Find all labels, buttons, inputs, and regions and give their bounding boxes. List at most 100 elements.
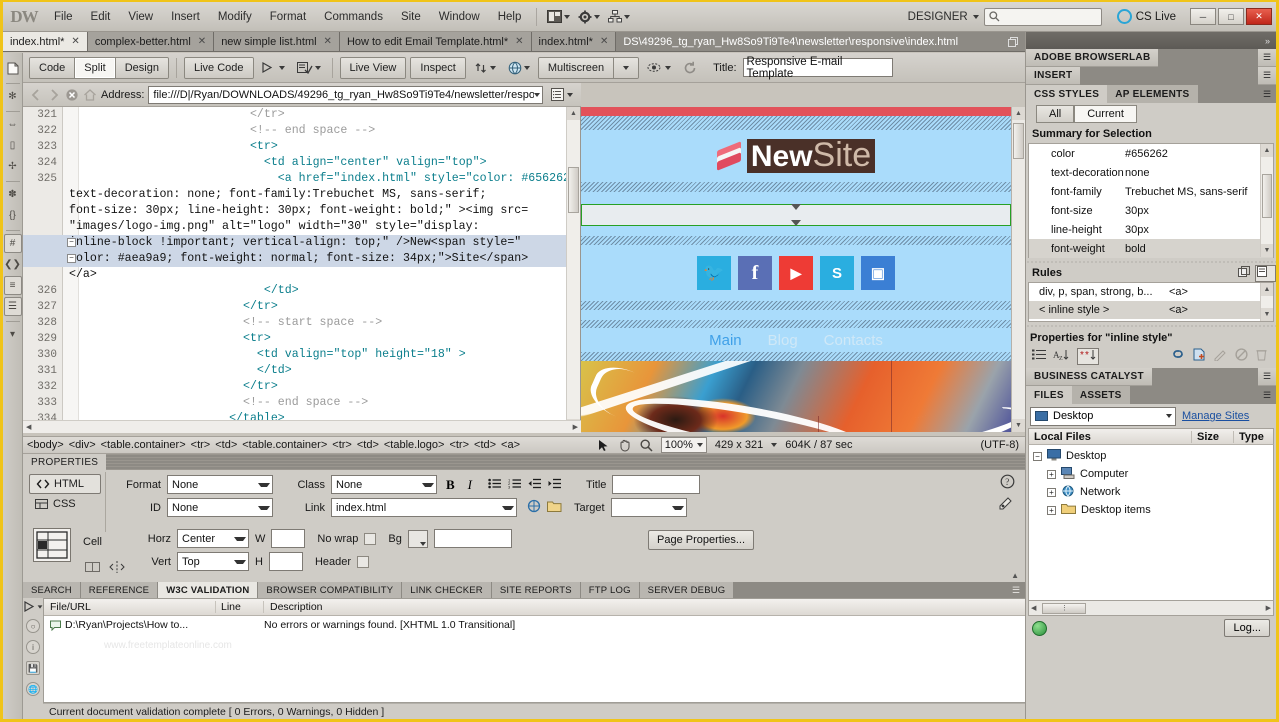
tab-assets[interactable]: ASSETS — [1071, 386, 1130, 404]
doc-tab-3[interactable]: How to edit Email Template.html* ✕ — [339, 32, 532, 51]
panel-grip[interactable] — [1197, 85, 1258, 103]
site-globe-icon[interactable] — [1032, 620, 1047, 636]
tab-css-styles[interactable]: CSS STYLES — [1026, 85, 1108, 103]
about-view-icon[interactable] — [1255, 264, 1276, 282]
chevron-down-icon[interactable] — [771, 443, 778, 447]
browser-navigation-button[interactable] — [504, 57, 534, 79]
table-cell-icon[interactable] — [33, 528, 71, 562]
class-select[interactable]: None — [331, 475, 437, 494]
code-fold-toggle[interactable]: − — [67, 254, 76, 263]
tag-selector-item[interactable]: <tr> — [449, 439, 469, 451]
browse-folder-icon[interactable] — [547, 500, 562, 515]
tag-selector-item[interactable]: <tr> — [332, 439, 352, 451]
code-line[interactable]: 326 </td> — [23, 283, 566, 299]
design-view[interactable]: NewSite 🐦 f ▶ S ▣ Main Blog Contacts ▲ ▼ — [581, 107, 1025, 432]
code-line[interactable]: text-decoration: none; font-family:Trebu… — [23, 187, 566, 203]
close-icon[interactable]: ✕ — [71, 36, 79, 47]
css-summary-row[interactable]: color #656262 — [1029, 144, 1273, 163]
tree-expander-icon[interactable]: + — [1047, 469, 1056, 479]
wrap-tag-icon[interactable]: ≡ — [3, 276, 22, 295]
table-row[interactable]: D:\Ryan\Projects\How to... No errors or … — [44, 616, 1025, 634]
tag-selector-item[interactable]: <table.logo> — [384, 439, 445, 451]
dock-grip[interactable] — [1026, 32, 1265, 49]
close-icon[interactable]: ✕ — [515, 36, 523, 47]
document-title-input[interactable]: Responsive E-mail Template — [742, 56, 893, 80]
code-line[interactable]: 324 <td align="center" valign="top"> — [23, 155, 566, 171]
nav-link-contacts[interactable]: Contacts — [824, 332, 883, 349]
delete-property-icon[interactable] — [1255, 348, 1268, 364]
scroll-up-icon[interactable]: ▲ — [567, 107, 580, 120]
close-icon[interactable]: ✕ — [198, 36, 206, 47]
refresh-design-view-button[interactable] — [679, 57, 701, 79]
visual-aids-button[interactable] — [643, 57, 675, 79]
show-list-view-icon[interactable]: AZ — [1053, 349, 1071, 364]
vert-select[interactable]: Top — [177, 552, 249, 571]
tag-selector-item[interactable]: <table.container> — [101, 439, 186, 451]
code-line[interactable]: color: #aea9a9; font-weight: normal; fon… — [23, 251, 566, 267]
height-input[interactable] — [268, 552, 303, 571]
collapse-outside-icon[interactable]: ⇔ — [4, 115, 22, 134]
scroll-up-icon[interactable]: ▲ — [1012, 107, 1025, 120]
doc-tab-1[interactable]: complex-better.html ✕ — [87, 32, 215, 51]
doc-tab-2[interactable]: new simple list.html ✕ — [214, 32, 340, 51]
site-select[interactable]: Desktop — [1030, 406, 1176, 426]
file-management-button[interactable] — [547, 84, 577, 106]
code-line[interactable]: 331 </td> — [23, 363, 566, 379]
panel-grip[interactable] — [734, 582, 1007, 598]
tab-files[interactable]: FILES — [1026, 386, 1072, 404]
new-css-rule-icon[interactable] — [1193, 348, 1207, 364]
tag-selector-item[interactable]: <body> — [27, 439, 64, 451]
workspace-switcher[interactable]: DESIGNER CS Live ─ □ ✕ — [908, 7, 1276, 26]
live-view-options-button[interactable] — [470, 57, 500, 79]
open-documents-icon[interactable] — [4, 59, 22, 78]
instagram-icon[interactable]: ▣ — [861, 256, 895, 290]
code-line[interactable]: </a> — [23, 267, 566, 283]
panel-menu-icon[interactable]: ☰ — [1258, 371, 1276, 382]
close-icon[interactable]: ✕ — [600, 36, 608, 47]
bold-button[interactable]: B — [443, 477, 458, 493]
show-category-view-icon[interactable] — [1032, 349, 1047, 363]
scrollbar-thumb[interactable]: ⋮ — [1042, 602, 1087, 614]
id-select[interactable]: None — [167, 498, 273, 517]
code-line[interactable]: 329 <tr> — [23, 331, 566, 347]
window-size-value[interactable]: 429 x 321 — [715, 439, 763, 451]
selected-table-cell[interactable] — [581, 204, 1011, 226]
youtube-icon[interactable]: ▶ — [779, 256, 813, 290]
validate-markup-button[interactable] — [293, 57, 325, 79]
quick-tag-editor-icon[interactable] — [999, 495, 1015, 513]
css-filter-all[interactable]: All — [1036, 105, 1075, 123]
close-button[interactable]: ✕ — [1246, 8, 1272, 25]
stop-icon[interactable]: ○ — [26, 619, 40, 633]
horz-select[interactable]: Center — [177, 529, 249, 548]
files-horizontal-scrollbar[interactable]: ◀ ⋮ ▶ — [1028, 601, 1274, 616]
tag-selector-item[interactable]: <div> — [69, 439, 96, 451]
css-filter-current[interactable]: Current — [1074, 105, 1137, 123]
width-input[interactable] — [271, 529, 306, 548]
balance-braces-icon[interactable]: ✽ — [4, 185, 22, 204]
results-tab-w3c-validation[interactable]: W3C VALIDATION — [158, 582, 259, 598]
scroll-down-icon[interactable]: ▼ — [1261, 244, 1273, 257]
hand-tool-icon[interactable] — [618, 439, 632, 452]
menu-window[interactable]: Window — [430, 8, 489, 26]
code-line[interactable]: 327 </tr> — [23, 299, 566, 315]
close-icon[interactable]: ✕ — [324, 36, 332, 47]
search-input[interactable] — [983, 7, 1102, 26]
code-line[interactable]: "images/logo-img.png" alt="logo" width="… — [23, 219, 566, 235]
attach-style-sheet-icon[interactable] — [1170, 348, 1186, 364]
file-tree-item[interactable]: + Computer — [1029, 465, 1273, 483]
panel-grip[interactable] — [1151, 367, 1258, 386]
menu-insert[interactable]: Insert — [162, 8, 209, 26]
back-icon[interactable] — [29, 88, 43, 102]
scroll-right-icon[interactable]: ▶ — [573, 423, 581, 431]
unordered-list-button[interactable] — [482, 478, 502, 492]
tag-selector-item[interactable]: <td> — [357, 439, 379, 451]
code-line[interactable]: inline-block !important; vertical-align:… — [23, 235, 566, 251]
multiscreen-button[interactable]: Multiscreen — [538, 57, 615, 78]
select-parent-tag-icon[interactable]: ✢ — [4, 157, 22, 176]
css-rule-row[interactable]: < inline style > <a> — [1029, 301, 1273, 319]
ordered-list-button[interactable]: 123 — [508, 477, 522, 492]
preview-in-browser-button[interactable] — [258, 57, 289, 79]
css-rules-list[interactable]: div, p, span, strong, b... <a> < inline st… — [1028, 282, 1274, 322]
results-tab-reference[interactable]: REFERENCE — [80, 582, 159, 598]
menu-format[interactable]: Format — [261, 8, 315, 26]
